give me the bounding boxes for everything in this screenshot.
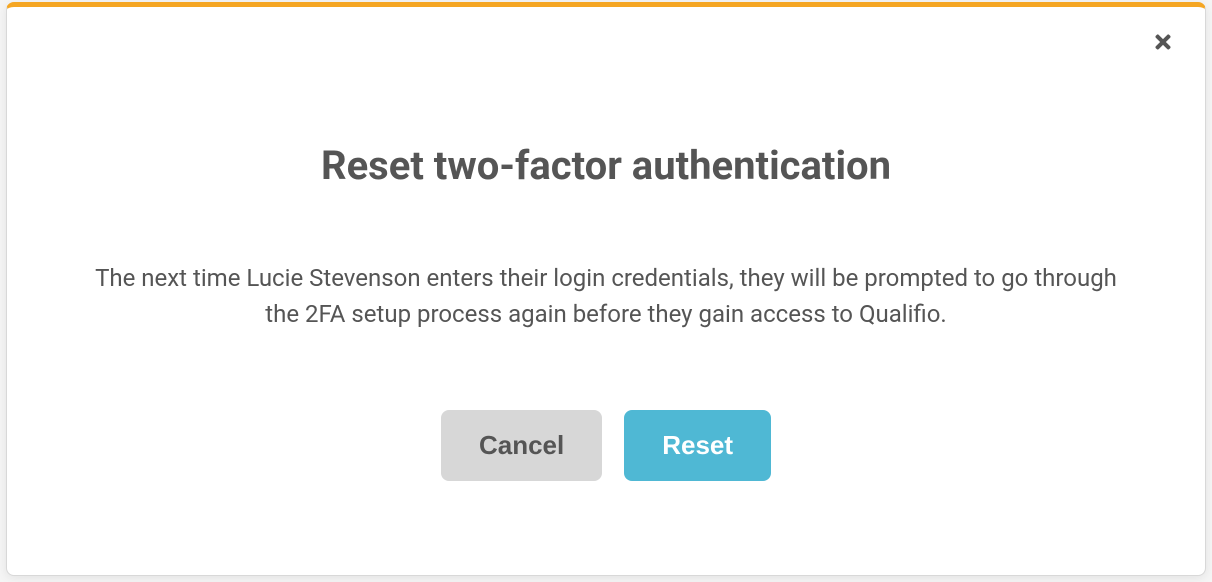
close-button[interactable] (1149, 29, 1177, 57)
modal-content: Reset two-factor authentication The next… (7, 7, 1205, 575)
reset-2fa-modal: Reset two-factor authentication The next… (6, 2, 1206, 576)
reset-button[interactable]: Reset (624, 410, 771, 481)
modal-title: Reset two-factor authentication (321, 142, 891, 190)
modal-body-text: The next time Lucie Stevenson enters the… (87, 260, 1125, 332)
cancel-button[interactable]: Cancel (441, 410, 602, 481)
close-icon (1152, 31, 1174, 56)
modal-button-row: Cancel Reset (441, 410, 771, 481)
